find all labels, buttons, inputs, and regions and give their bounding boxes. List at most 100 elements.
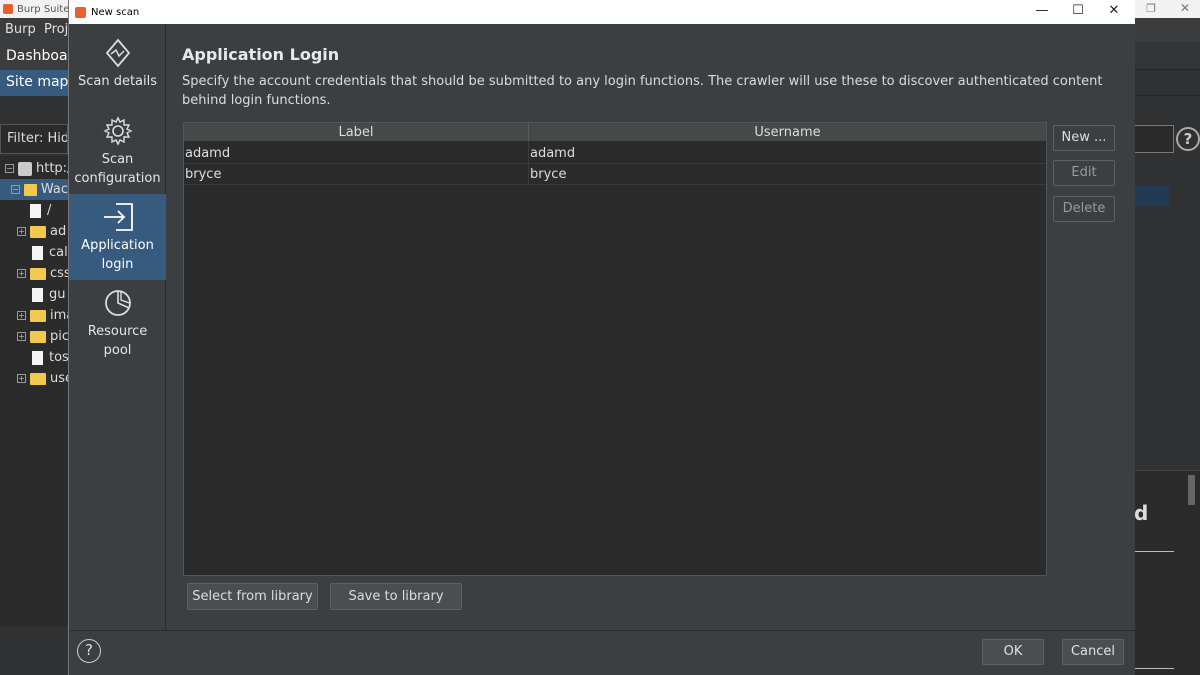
tree-label: css [50, 266, 68, 281]
sidebar-item-scan-configuration[interactable]: Scan configuration [69, 116, 166, 196]
file-icon [30, 203, 41, 218]
expand-icon[interactable]: + [17, 332, 26, 341]
column-header-username[interactable]: Username [529, 123, 1046, 142]
scan-details-icon [105, 38, 130, 68]
new-button[interactable]: New ... [1053, 125, 1115, 151]
collapse-icon[interactable]: − [11, 185, 20, 194]
file-icon [32, 350, 43, 365]
save-to-library-button[interactable]: Save to library [330, 583, 462, 610]
divider [1134, 551, 1174, 552]
login-icon [103, 203, 133, 231]
dialog-content: Application Login Specify the account cr… [167, 24, 1135, 630]
table-header: Label Username [184, 123, 1046, 142]
dialog-footer: ? OK Cancel [69, 630, 1135, 675]
burp-logo-icon [75, 6, 86, 18]
tree-row-selected[interactable]: − Wac [0, 179, 68, 200]
new-scan-dialog: New scan — ☐ ✕ Scan details Scan configu… [68, 0, 1135, 675]
expand-icon[interactable]: + [17, 227, 26, 236]
sidebar-item-label: Scan details [77, 74, 158, 89]
tree-row[interactable]: + ad [17, 221, 66, 242]
pie-chart-icon [104, 290, 131, 316]
cell-label: adamd [184, 143, 529, 164]
cell-username: bryce [530, 167, 567, 182]
burp-logo-icon [3, 4, 13, 14]
sidebar-item-resource-pool[interactable]: Resource pool [69, 288, 166, 368]
sidebar-item-application-login[interactable]: Application login [69, 194, 166, 280]
page-title: Application Login [182, 45, 340, 64]
delete-button[interactable]: Delete [1053, 196, 1115, 222]
ok-button[interactable]: OK [982, 639, 1044, 665]
cell-label: bryce [184, 164, 529, 185]
tree-label: use [50, 371, 68, 386]
tree-row[interactable]: cal [30, 242, 68, 263]
tree-row[interactable]: + pic [17, 326, 68, 347]
cancel-button[interactable]: Cancel [1062, 639, 1124, 665]
file-icon [32, 287, 43, 302]
tab-site-map[interactable]: Site map [0, 70, 75, 96]
dialog-title: New scan [91, 6, 140, 18]
folder-icon [30, 372, 46, 385]
tree-row[interactable]: gu [30, 284, 66, 305]
column-header-label[interactable]: Label [184, 123, 529, 142]
tree-label: gu [49, 287, 66, 302]
expand-icon[interactable]: + [17, 374, 26, 383]
tree-label: tos [49, 350, 68, 365]
credentials-table: Label Username adamd adamd bryce bryce [183, 122, 1047, 576]
edit-button[interactable]: Edit [1053, 160, 1115, 186]
site-map-tree: − http:/ − Wac / + ad cal + css gu + im … [0, 156, 68, 626]
maximize-icon[interactable]: ☐ [1063, 3, 1093, 21]
sidebar-item-label: Resource [87, 324, 148, 339]
cell-username: adamd [530, 146, 576, 161]
folder-icon [30, 309, 46, 322]
selected-row[interactable] [1134, 186, 1170, 206]
folder-icon [30, 225, 46, 238]
page-description: Specify the account credentials that sho… [182, 74, 1103, 108]
help-icon[interactable]: ? [77, 639, 101, 663]
tree-label: http:/ [36, 161, 68, 176]
gear-icon [102, 116, 133, 146]
host-icon [18, 161, 32, 176]
tree-row[interactable]: + css [17, 263, 68, 284]
tree-row[interactable]: tos [30, 347, 68, 368]
collapse-icon[interactable]: − [5, 164, 14, 173]
table-row[interactable]: bryce bryce [184, 164, 1046, 185]
file-icon [32, 245, 43, 260]
menu-project[interactable]: Proj [44, 22, 68, 37]
tree-label: cal [49, 245, 68, 260]
sidebar-item-label: pool [103, 343, 132, 358]
tree-label: pic [50, 329, 68, 344]
search-input[interactable] [1134, 125, 1174, 153]
sidebar-item-label: Scan [101, 152, 134, 167]
divider [1134, 668, 1174, 669]
tree-row-slash[interactable]: / [28, 200, 51, 221]
sidebar-item-label: Application [81, 238, 154, 253]
tree-label: ima [50, 308, 68, 323]
folder-icon [30, 267, 46, 280]
scrollbar[interactable] [1188, 475, 1195, 505]
folder-icon [30, 330, 46, 343]
filter-bar[interactable]: Filter: Hid [0, 124, 68, 154]
close-icon[interactable]: ✕ [1099, 3, 1129, 21]
expand-icon[interactable]: + [17, 269, 26, 278]
tree-row[interactable]: + use [17, 368, 68, 389]
help-icon[interactable]: ? [1176, 127, 1200, 151]
menu-burp[interactable]: Burp [5, 22, 36, 37]
expand-icon[interactable]: + [17, 311, 26, 320]
select-from-library-button[interactable]: Select from library [187, 583, 318, 610]
sidebar-item-label: login [101, 257, 134, 272]
dialog-sidebar: Scan details Scan configuration Applicat… [69, 24, 166, 630]
restore-icon[interactable]: ❐ [1146, 2, 1156, 15]
tree-label: ad [50, 224, 67, 239]
folder-icon [23, 183, 37, 196]
sidebar-item-scan-details[interactable]: Scan details [69, 38, 166, 108]
close-icon[interactable]: ✕ [1180, 1, 1190, 15]
minimize-icon[interactable]: — [1027, 3, 1057, 21]
table-row[interactable]: adamd adamd [184, 143, 1046, 164]
tree-label: / [47, 203, 52, 218]
tree-row[interactable]: + ima [17, 305, 68, 326]
dialog-titlebar: New scan — ☐ ✕ [69, 0, 1135, 24]
tree-row-root[interactable]: − http:/ [5, 158, 68, 179]
tree-label: Wac [40, 182, 68, 197]
panel-text: d [1134, 501, 1149, 525]
sidebar-item-label: configuration [74, 171, 161, 186]
